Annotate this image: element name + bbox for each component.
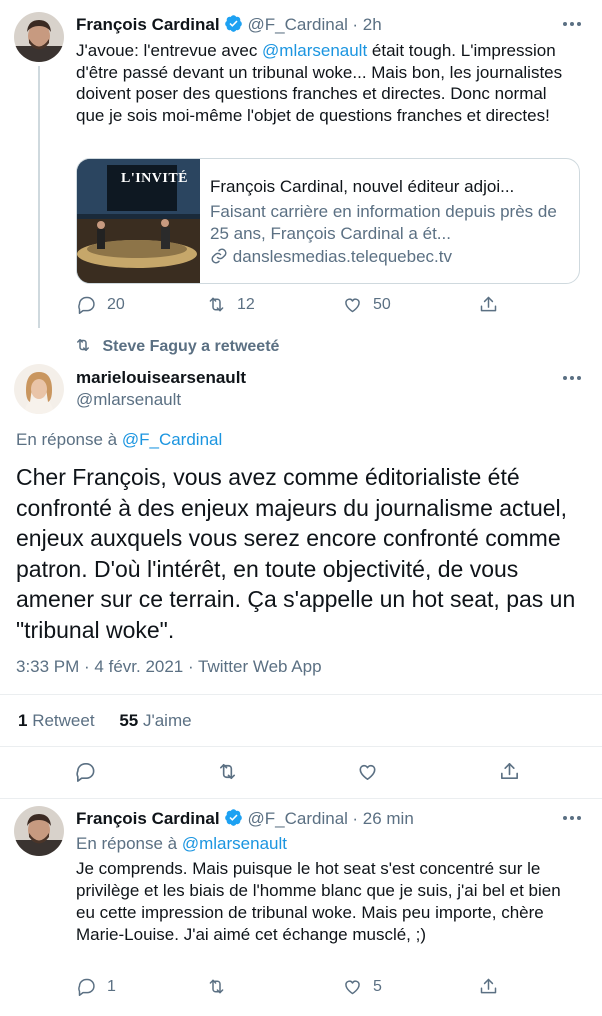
thread-line — [38, 66, 40, 328]
reply-button[interactable]: 20 — [76, 294, 125, 315]
reply-prefix: En réponse à — [16, 430, 122, 449]
retweet-icon — [77, 339, 89, 351]
retweet-button[interactable] — [216, 760, 239, 783]
share-icon — [480, 296, 497, 312]
avatar-marielouisearsenault[interactable] — [14, 364, 64, 414]
like-count: 5 — [373, 977, 382, 995]
reply-to-link[interactable]: @F_Cardinal — [122, 430, 222, 449]
tweet-time[interactable]: 26 min — [363, 809, 414, 828]
divider — [0, 694, 602, 695]
author-name[interactable]: marielouisearsenault — [76, 368, 246, 388]
share-icon — [501, 763, 518, 780]
retweet-stat-count: 1 — [18, 711, 28, 730]
author-handle[interactable]: @mlarsenault — [76, 390, 246, 410]
like-button[interactable]: 5 — [342, 976, 382, 997]
verified-badge-icon — [225, 809, 242, 826]
verified-badge-icon — [225, 15, 242, 32]
retweet-button[interactable]: 12 — [206, 294, 255, 315]
tweet-text: Cher François, vous avez comme éditorial… — [16, 464, 576, 643]
tweet-meta[interactable]: 3:33 PM · 4 févr. 2021 · Twitter Web App — [16, 657, 322, 677]
tweet-time[interactable]: 2h — [363, 15, 382, 34]
reply-icon — [78, 978, 95, 996]
like-icon — [359, 764, 376, 780]
reply-button[interactable]: 1 — [76, 976, 116, 997]
more-icon[interactable] — [563, 376, 581, 380]
reply-prefix: En réponse à — [76, 834, 182, 853]
retweet-stat-label: Retweet — [32, 711, 95, 730]
share-icon — [480, 978, 497, 994]
retweet-icon — [219, 763, 236, 780]
link-card-domain: danslesmedias.telequebec.tv — [232, 247, 452, 266]
link-card-description: Faisant carrière en information depuis p… — [210, 202, 557, 243]
author-name[interactable]: François Cardinal — [76, 15, 220, 34]
tweet-text: Je comprends. Mais puisque le hot seat s… — [76, 859, 561, 944]
retweet-button[interactable] — [206, 976, 227, 997]
link-card-thumbnail: L'INVITÉ — [77, 159, 200, 283]
like-stat-label: J'aime — [142, 711, 192, 730]
like-count: 50 — [373, 295, 391, 313]
reply-button[interactable] — [74, 760, 97, 783]
retweet-icon — [209, 297, 224, 312]
reply-icon — [76, 763, 95, 782]
author-name[interactable]: François Cardinal — [76, 809, 220, 828]
reply-to-link[interactable]: @mlarsenault — [182, 834, 287, 853]
like-icon — [345, 980, 360, 995]
more-icon[interactable] — [563, 816, 581, 820]
author-handle[interactable]: @F_Cardinal — [248, 809, 348, 828]
retweet-count: 12 — [237, 295, 255, 313]
reply-icon — [78, 296, 95, 314]
retweet-context[interactable]: Steve Faguy a retweeté — [74, 336, 279, 356]
like-stat-count: 55 — [119, 711, 139, 730]
reply-count: 1 — [107, 977, 116, 995]
mention-link[interactable]: @mlarsenault — [262, 41, 367, 60]
divider — [0, 798, 602, 799]
link-card[interactable]: L'INVITÉ François Cardinal, nouvel édite… — [76, 158, 580, 284]
tweet-text: J'avoue: l'entrevue avec @mlarsenault ét… — [76, 41, 563, 125]
link-card-title: François Cardinal, nouvel éditeur adjoi.… — [210, 177, 515, 196]
retweet-stat[interactable]: 1 Retweet — [18, 711, 99, 730]
like-icon — [345, 298, 360, 313]
divider — [0, 746, 602, 747]
share-button[interactable] — [478, 976, 499, 997]
like-button[interactable] — [356, 760, 379, 783]
link-icon — [211, 248, 227, 264]
retweet-context-label: Steve Faguy a retweeté — [102, 338, 280, 355]
avatar-francois-cardinal[interactable] — [14, 12, 64, 62]
author-handle[interactable]: @F_Cardinal — [248, 15, 348, 34]
avatar-francois-cardinal[interactable] — [14, 806, 64, 856]
share-button[interactable] — [478, 294, 499, 315]
like-stat[interactable]: 55 J'aime — [119, 711, 191, 730]
thumbnail-caption: L'INVITÉ — [121, 171, 189, 186]
retweet-icon — [209, 979, 224, 994]
reply-count: 20 — [107, 295, 125, 313]
like-button[interactable]: 50 — [342, 294, 391, 315]
share-button[interactable] — [498, 760, 521, 783]
more-icon[interactable] — [563, 22, 581, 26]
